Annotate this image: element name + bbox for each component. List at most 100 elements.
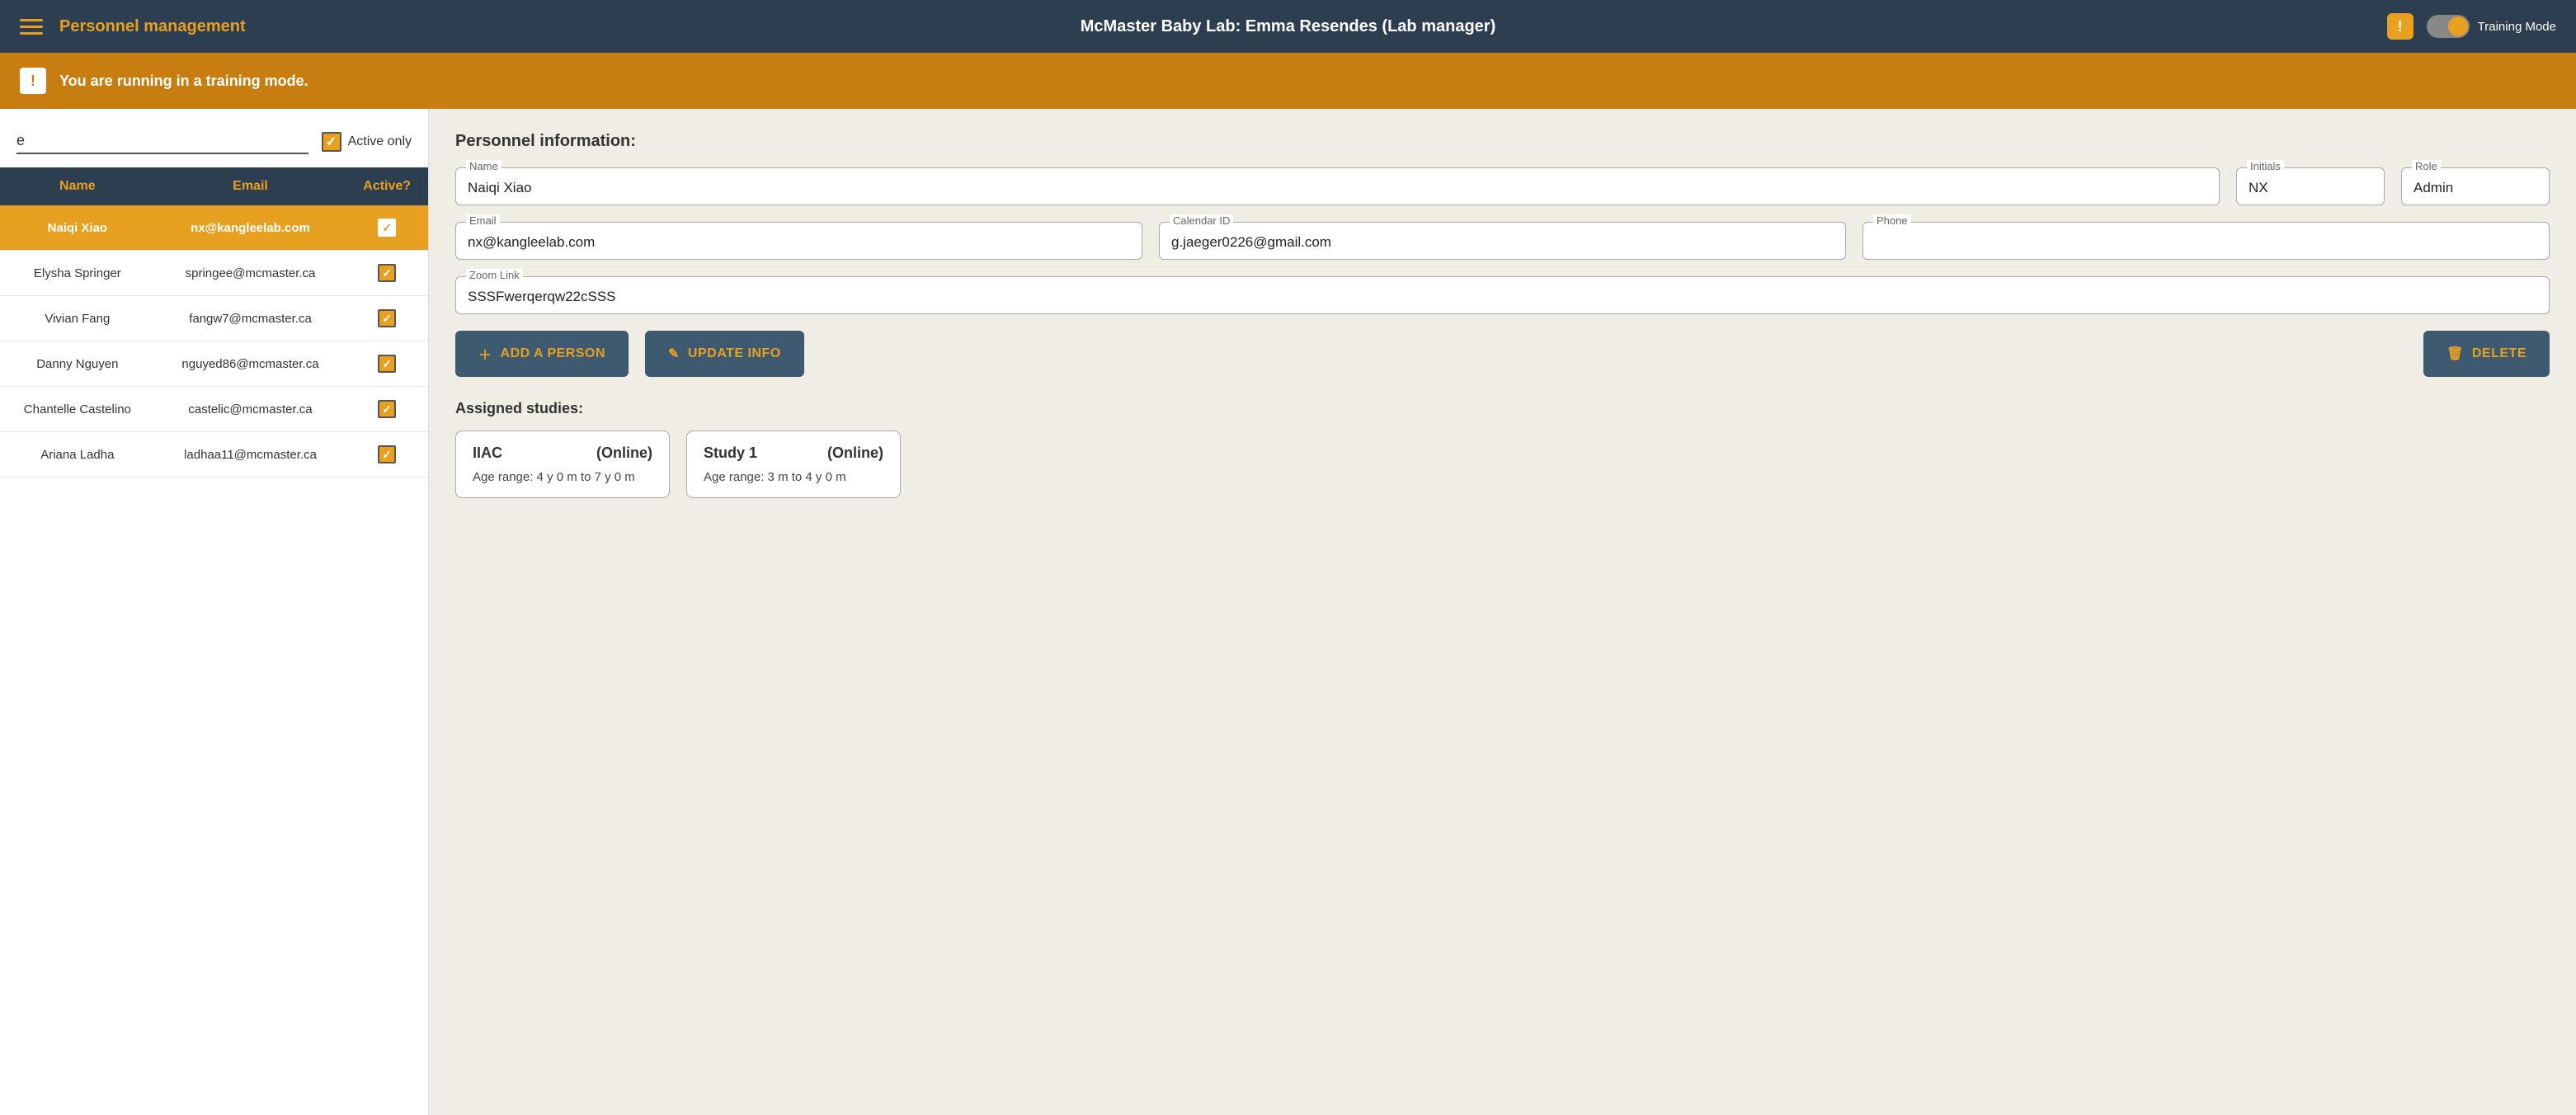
- study-name: IIAC: [473, 445, 502, 462]
- row-name: Naiqi Xiao: [0, 205, 155, 251]
- table-row[interactable]: Naiqi Xiaonx@kangleelab.com ✓: [0, 205, 428, 251]
- delete-label: DELETE: [2472, 346, 2527, 361]
- table-row[interactable]: Vivian Fangfangw7@mcmaster.ca ✓: [0, 296, 428, 341]
- row-name: Ariana Ladha: [0, 432, 155, 478]
- form-row-2: Email nx@kangleelab.com Calendar ID g.ja…: [455, 222, 2550, 260]
- initials-field: Initials NX: [2236, 167, 2385, 205]
- check-icon: ✓: [382, 357, 392, 371]
- row-active-checkbox[interactable]: ✓: [378, 355, 396, 373]
- trash-icon: 🗑: [2446, 346, 2464, 362]
- email-value[interactable]: nx@kangleelab.com: [468, 231, 1130, 251]
- zoom-link-field: Zoom Link SSSFwerqerqw22cSSS: [455, 276, 2550, 314]
- check-icon: ✓: [382, 402, 392, 416]
- row-name: Chantelle Castelino: [0, 387, 155, 432]
- table-row[interactable]: Elysha Springerspringee@mcmaster.ca✓: [0, 251, 428, 296]
- table-row[interactable]: Chantelle Castelinocastelic@mcmaster.ca ✓: [0, 387, 428, 432]
- study-name: Study 1: [704, 445, 757, 462]
- personnel-info-title: Personnel information:: [455, 132, 2550, 151]
- role-label: Role: [2412, 160, 2441, 172]
- col-email: Email: [155, 167, 346, 205]
- row-active: ✓: [346, 296, 428, 341]
- table-row[interactable]: Danny Nguyennguyed86@mcmaster.ca ✓: [0, 341, 428, 387]
- row-active-checkbox[interactable]: ✓: [378, 219, 396, 237]
- study-card-header: Study 1 (Online): [704, 445, 883, 462]
- study-card-header: IIAC (Online): [473, 445, 652, 462]
- row-name: Vivian Fang: [0, 296, 155, 341]
- email-label: Email: [466, 214, 500, 227]
- search-area: ✓ Active only: [0, 109, 428, 154]
- row-email: castelic@mcmaster.ca: [155, 387, 346, 432]
- initials-label: Initials: [2247, 160, 2284, 172]
- initials-value[interactable]: NX: [2249, 176, 2372, 196]
- study-mode: (Online): [827, 445, 883, 462]
- check-icon: ✓: [326, 134, 337, 150]
- delete-button[interactable]: 🗑 DELETE: [2423, 331, 2550, 377]
- phone-label: Phone: [1873, 214, 1911, 227]
- check-icon: ✓: [382, 221, 392, 235]
- alert-icon[interactable]: !: [2387, 13, 2414, 40]
- zoom-link-label: Zoom Link: [466, 269, 523, 281]
- button-row: ＋ ADD A PERSON ✎ UPDATE INFO 🗑 DELETE: [455, 331, 2550, 377]
- right-panel: Personnel information: Name Naiqi Xiao I…: [429, 109, 2576, 1115]
- name-value[interactable]: Naiqi Xiao: [468, 176, 2207, 196]
- study-card[interactable]: Study 1 (Online) Age range: 3 m to 4 y 0…: [686, 430, 901, 498]
- phone-field: Phone: [1863, 222, 2550, 260]
- row-active: ✓: [346, 251, 428, 296]
- training-mode-label: Training Mode: [2478, 20, 2556, 34]
- form-row-1: Name Naiqi Xiao Initials NX Role Admin: [455, 167, 2550, 205]
- add-icon: ＋: [478, 344, 492, 364]
- row-email: nx@kangleelab.com: [155, 205, 346, 251]
- row-email: fangw7@mcmaster.ca: [155, 296, 346, 341]
- table-header-row: Name Email Active?: [0, 167, 428, 205]
- update-label: UPDATE INFO: [688, 346, 781, 361]
- training-banner: ! You are running in a training mode.: [0, 53, 2576, 109]
- calendar-id-value[interactable]: g.jaeger0226@gmail.com: [1171, 231, 1834, 251]
- hamburger-menu[interactable]: [20, 19, 43, 35]
- row-active-checkbox[interactable]: ✓: [378, 445, 396, 463]
- name-field: Name Naiqi Xiao: [455, 167, 2220, 205]
- row-email: nguyed86@mcmaster.ca: [155, 341, 346, 387]
- app-title: Personnel management: [59, 17, 246, 36]
- role-value[interactable]: Admin: [2414, 176, 2537, 196]
- training-mode-toggle[interactable]: [2427, 15, 2470, 38]
- row-active: ✓: [346, 387, 428, 432]
- phone-value[interactable]: [1875, 231, 2537, 234]
- assigned-studies-title: Assigned studies:: [455, 400, 2550, 417]
- row-active-checkbox[interactable]: ✓: [378, 400, 396, 418]
- add-person-button[interactable]: ＋ ADD A PERSON: [455, 331, 629, 377]
- study-card-body: Age range: 4 y 0 m to 7 y 0 m: [473, 470, 652, 484]
- training-banner-icon: !: [20, 68, 46, 94]
- training-mode-toggle-container: Training Mode: [2427, 15, 2556, 38]
- row-email: springee@mcmaster.ca: [155, 251, 346, 296]
- study-age-range: Age range: 4 y 0 m to 7 y 0 m: [473, 470, 635, 484]
- add-label: ADD A PERSON: [501, 346, 606, 361]
- check-icon: ✓: [382, 448, 392, 462]
- left-panel: ✓ Active only Name Email Active? Naiqi X…: [0, 109, 429, 1115]
- zoom-link-value[interactable]: SSSFwerqerqw22cSSS: [468, 285, 2537, 305]
- search-input-wrapper: [16, 129, 308, 154]
- form-row-3: Zoom Link SSSFwerqerqw22cSSS: [455, 276, 2550, 314]
- row-active-checkbox[interactable]: ✓: [378, 264, 396, 282]
- personnel-table: Name Email Active? Naiqi Xiaonx@kangleel…: [0, 167, 428, 478]
- col-name: Name: [0, 167, 155, 205]
- col-active: Active?: [346, 167, 428, 205]
- study-mode: (Online): [596, 445, 652, 462]
- email-field: Email nx@kangleelab.com: [455, 222, 1142, 260]
- row-active: ✓: [346, 341, 428, 387]
- update-info-button[interactable]: ✎ UPDATE INFO: [645, 331, 804, 377]
- active-only-checkbox[interactable]: ✓: [322, 132, 341, 152]
- row-email: ladhaa11@mcmaster.ca: [155, 432, 346, 478]
- top-nav: Personnel management McMaster Baby Lab: …: [0, 0, 2576, 53]
- search-input[interactable]: [16, 129, 308, 154]
- check-icon: ✓: [382, 266, 392, 280]
- table-row[interactable]: Ariana Ladhaladhaa11@mcmaster.ca ✓: [0, 432, 428, 478]
- row-name: Danny Nguyen: [0, 341, 155, 387]
- calendar-id-field: Calendar ID g.jaeger0226@gmail.com: [1159, 222, 1846, 260]
- row-active: ✓: [346, 205, 428, 251]
- toggle-knob: [2448, 16, 2468, 36]
- studies-row: IIAC (Online) Age range: 4 y 0 m to 7 y …: [455, 430, 2550, 498]
- edit-icon: ✎: [668, 346, 680, 362]
- calendar-id-label: Calendar ID: [1170, 214, 1233, 227]
- row-active-checkbox[interactable]: ✓: [378, 309, 396, 327]
- study-card[interactable]: IIAC (Online) Age range: 4 y 0 m to 7 y …: [455, 430, 670, 498]
